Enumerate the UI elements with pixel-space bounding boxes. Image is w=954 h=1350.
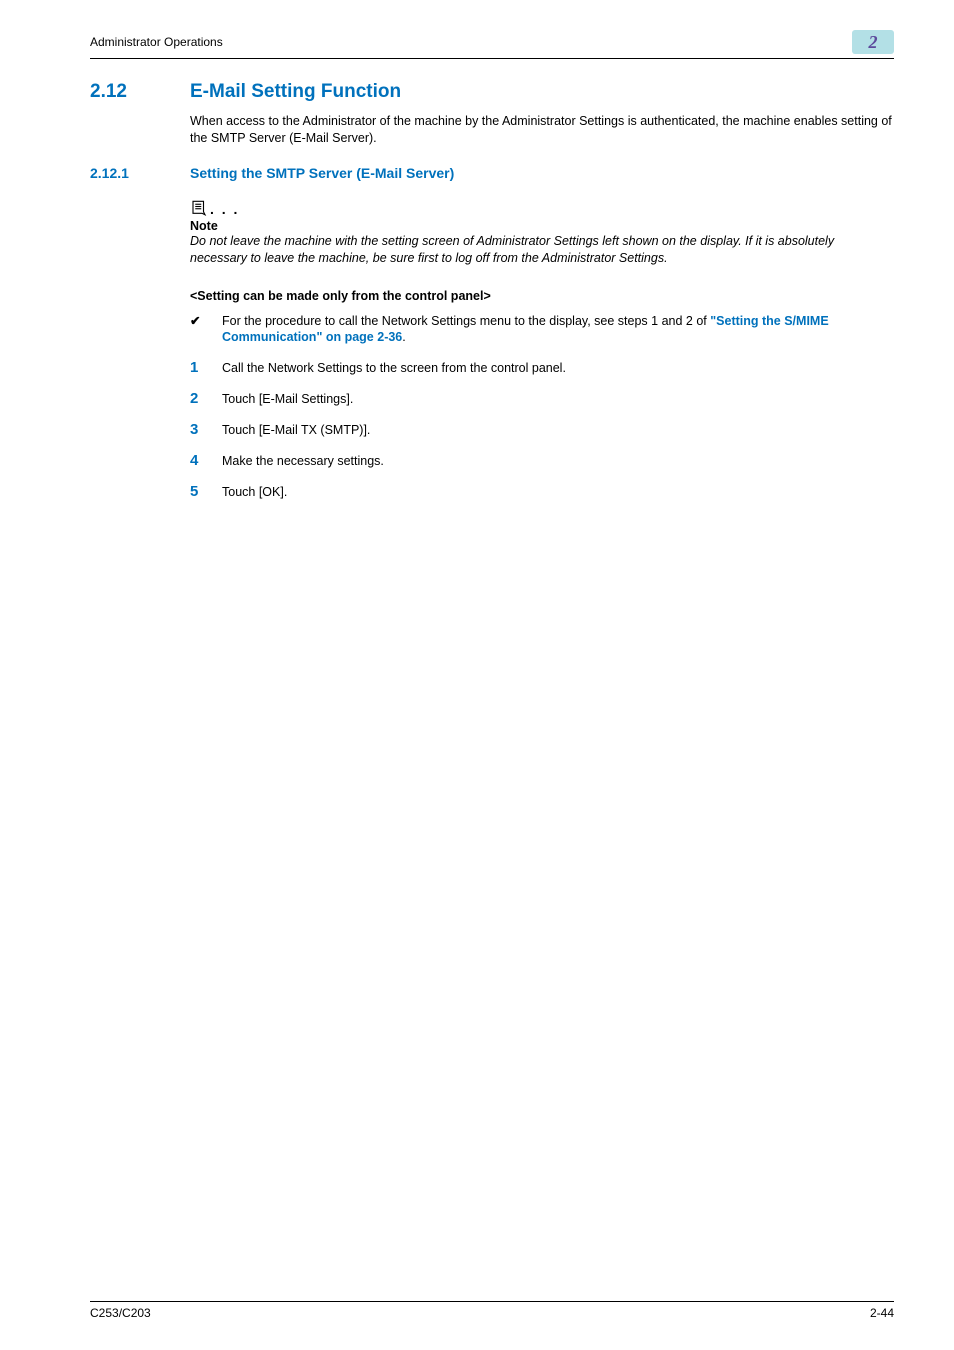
step-row: 3 Touch [E-Mail TX (SMTP)]. (190, 422, 894, 439)
section-intro: When access to the Administrator of the … (190, 113, 894, 147)
section-heading: 2.12 E-Mail Setting Function (90, 81, 894, 103)
footer-rule (90, 1301, 894, 1302)
check-icon: ✔ (190, 313, 222, 347)
step-row: 4 Make the necessary settings. (190, 453, 894, 470)
subsection-heading: 2.12.1 Setting the SMTP Server (E-Mail S… (90, 165, 894, 181)
section-number: 2.12 (90, 81, 162, 103)
bullet-prefix: For the procedure to call the Network Se… (222, 314, 710, 328)
step-number: 3 (190, 422, 222, 439)
header-rule (90, 58, 894, 59)
step-row: 1 Call the Network Settings to the scree… (190, 360, 894, 377)
chapter-badge: 2 (852, 30, 894, 54)
step-number: 4 (190, 453, 222, 470)
section-title: E-Mail Setting Function (190, 81, 401, 103)
subsection-title: Setting the SMTP Server (E-Mail Server) (190, 165, 454, 181)
step-text: Call the Network Settings to the screen … (222, 360, 894, 377)
bullet-text: For the procedure to call the Network Se… (222, 313, 894, 347)
footer: C253/C203 2-44 (90, 1301, 894, 1320)
step-text: Touch [E-Mail Settings]. (222, 391, 894, 408)
step-text: Touch [E-Mail TX (SMTP)]. (222, 422, 894, 439)
note-label: Note (190, 219, 894, 233)
step-number: 5 (190, 484, 222, 501)
chapter-number: 2 (869, 32, 878, 53)
subsection-number: 2.12.1 (90, 165, 162, 181)
panel-only-subhead: <Setting can be made only from the contr… (190, 289, 894, 303)
step-row: 2 Touch [E-Mail Settings]. (190, 391, 894, 408)
bullet-suffix: . (402, 330, 405, 344)
bullet-row: ✔ For the procedure to call the Network … (190, 313, 894, 347)
footer-right: 2-44 (870, 1306, 894, 1320)
step-number: 1 (190, 360, 222, 377)
note-icon (190, 199, 208, 217)
footer-left: C253/C203 (90, 1306, 151, 1320)
note-block: . . . Note Do not leave the machine with… (190, 199, 894, 267)
running-head: Administrator Operations (90, 35, 223, 49)
note-text: Do not leave the machine with the settin… (190, 233, 894, 267)
step-text: Touch [OK]. (222, 484, 894, 501)
step-number: 2 (190, 391, 222, 408)
step-row: 5 Touch [OK]. (190, 484, 894, 501)
step-text: Make the necessary settings. (222, 453, 894, 470)
note-dots: . . . (210, 201, 239, 217)
